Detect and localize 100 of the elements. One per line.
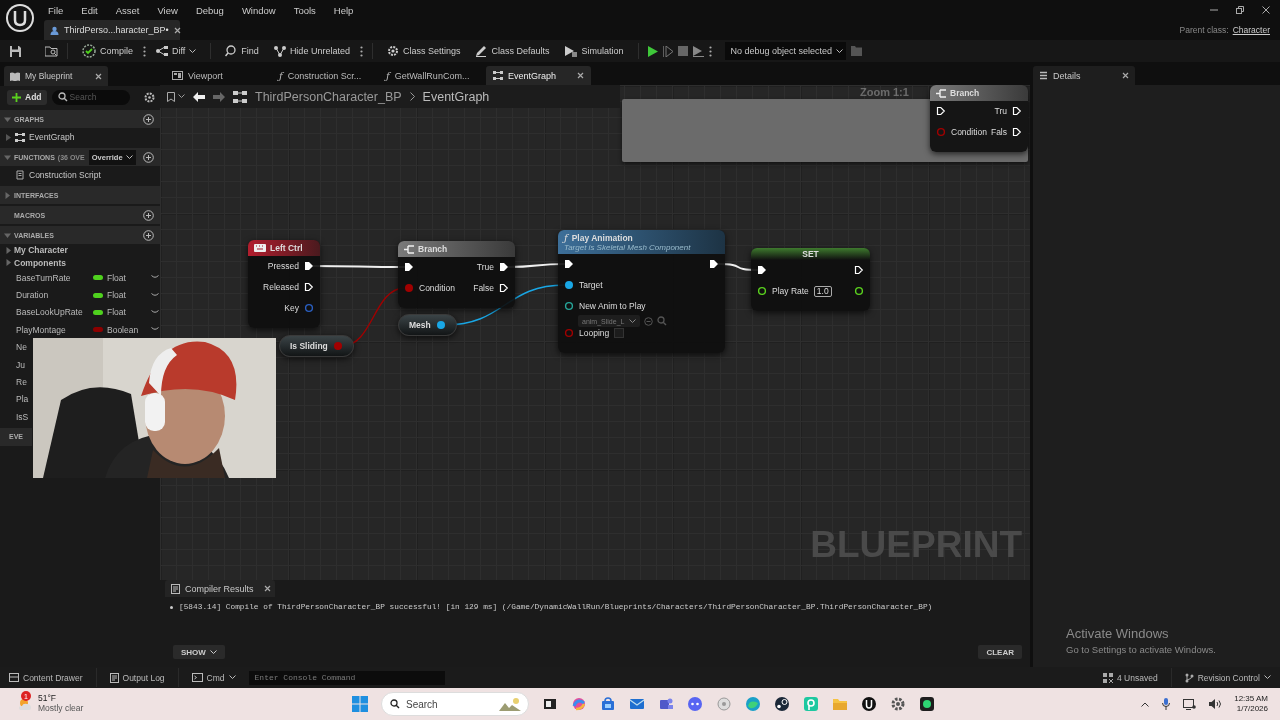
step-icon[interactable] <box>662 45 673 57</box>
add-icon[interactable] <box>143 209 154 221</box>
show-button[interactable]: SHOW <box>173 645 225 659</box>
browse-icon[interactable] <box>45 45 58 57</box>
toolbar-button[interactable]: Class Settings <box>381 41 466 61</box>
exec-pin-icon[interactable] <box>709 259 719 269</box>
minimize-icon[interactable] <box>1210 6 1218 14</box>
chat-bubble-icon[interactable] <box>687 696 703 712</box>
close-icon[interactable] <box>1262 6 1270 14</box>
menu-item[interactable]: Window <box>233 4 286 16</box>
microphone-icon[interactable] <box>1162 698 1171 710</box>
exec-pin-icon[interactable] <box>854 265 864 275</box>
swirl-icon[interactable] <box>571 696 587 712</box>
chevron-icon[interactable] <box>151 292 159 298</box>
variable-name[interactable]: BaseLookUpRate <box>16 307 83 318</box>
panel-tab[interactable]: My Blueprint <box>4 66 108 86</box>
close-icon[interactable] <box>173 26 181 34</box>
back-icon[interactable] <box>193 91 205 102</box>
store-bag-icon[interactable] <box>600 696 616 712</box>
console-field[interactable]: Enter Console Command <box>248 670 445 685</box>
menu-item[interactable]: Help <box>325 4 364 16</box>
speaker-icon[interactable] <box>1209 699 1222 709</box>
set-node[interactable]: SET Play Rate 1.0 <box>751 248 870 311</box>
variable-name[interactable]: Re <box>16 377 27 388</box>
menu-item[interactable]: Debug <box>187 4 234 16</box>
restore-icon[interactable] <box>1236 6 1244 14</box>
branch-node[interactable]: Branch True Condition False <box>398 241 515 308</box>
breadcrumb-link[interactable]: ThirdPersonCharacter_BP <box>255 89 402 104</box>
toolbar-button[interactable]: Class Defaults <box>470 41 555 61</box>
exec-pin-icon[interactable] <box>499 262 509 272</box>
display-icon[interactable] <box>1183 698 1197 710</box>
add-button[interactable]: Add <box>7 89 47 105</box>
exec-pin-icon[interactable] <box>304 282 314 292</box>
panel-tab[interactable]: Compiler Results <box>165 580 275 597</box>
document-tab[interactable]: ThirdPerso...haracter_BP• <box>44 20 180 40</box>
toolbar-button[interactable]: Compile <box>77 41 138 61</box>
value-field[interactable]: 1.0 <box>813 285 832 297</box>
chevron-up-icon[interactable] <box>1141 701 1150 707</box>
parent-class-link[interactable]: Character <box>1232 25 1270 35</box>
exec-pin-icon[interactable] <box>936 106 946 116</box>
expand-arrow-icon[interactable] <box>4 231 11 239</box>
close-icon[interactable] <box>95 72 102 80</box>
eject-icon[interactable] <box>692 45 704 57</box>
add-icon[interactable] <box>143 151 154 163</box>
start-icon[interactable] <box>352 696 368 712</box>
gear-icon[interactable] <box>890 696 906 712</box>
variable-type[interactable]: Boolean <box>107 324 151 335</box>
exec-pin-icon[interactable] <box>499 283 509 293</box>
event-node[interactable]: Left Ctrl Pressed Released Key <box>248 240 320 328</box>
exec-pin-icon[interactable] <box>1012 127 1022 137</box>
settings-icon[interactable] <box>144 91 155 103</box>
variable-name[interactable]: PlayMontage <box>16 324 66 335</box>
variable-name[interactable]: BaseTurnRate <box>16 272 71 283</box>
variable-type[interactable]: Float <box>107 272 151 283</box>
close-icon[interactable] <box>263 585 271 592</box>
exec-pin-icon[interactable] <box>564 259 574 269</box>
variable-name[interactable]: Duration <box>16 290 49 301</box>
close-icon[interactable] <box>577 72 584 79</box>
add-icon[interactable] <box>143 113 154 125</box>
kebab-icon[interactable] <box>359 45 363 57</box>
clear-button[interactable]: CLEAR <box>978 645 1022 659</box>
expand-arrow-icon[interactable] <box>4 153 11 161</box>
close-icon[interactable] <box>1122 72 1129 79</box>
expand-arrow-icon[interactable] <box>4 115 11 123</box>
add-icon[interactable] <box>143 229 154 241</box>
variable-name[interactable]: Ne <box>16 342 27 353</box>
category-item[interactable]: Components <box>0 256 160 269</box>
menu-item[interactable]: Tools <box>285 4 326 16</box>
getter-node[interactable]: Mesh <box>398 314 457 336</box>
clock-time[interactable]: 12:35 AM <box>1234 694 1268 704</box>
clock-date[interactable]: 1/7/2026 <box>1236 704 1268 714</box>
variable-name[interactable]: IsS <box>16 411 29 422</box>
stop-icon[interactable] <box>677 46 688 56</box>
toolbar-button[interactable]: Simulation <box>559 41 629 61</box>
wheel-icon[interactable] <box>774 696 790 712</box>
taskbar-search-field[interactable]: Search <box>381 692 529 716</box>
use-asset-icon[interactable] <box>644 316 654 326</box>
expand-arrow-icon[interactable] <box>4 191 11 199</box>
variable-type[interactable]: Float <box>107 290 151 301</box>
menu-item[interactable]: File <box>40 4 74 16</box>
toolbar-button[interactable]: Hide Unrelated <box>268 41 355 61</box>
variable-type[interactable]: Float <box>107 307 151 318</box>
save-icon[interactable] <box>10 45 21 57</box>
exec-pin-icon[interactable] <box>304 261 314 271</box>
kebab-icon[interactable] <box>143 45 146 57</box>
unsaved-button[interactable]: 4 Unsaved <box>1100 668 1161 687</box>
toolbar-button[interactable]: Find <box>220 41 264 61</box>
output-log-button[interactable]: Output Log <box>106 668 168 687</box>
bubble-icon[interactable] <box>919 696 935 712</box>
chevron-icon[interactable] <box>151 275 159 281</box>
search-field[interactable]: Search <box>51 89 130 105</box>
editor-tab[interactable]: ƒ Construction Scr... <box>272 66 377 85</box>
category-item[interactable]: My Character <box>0 244 160 257</box>
getter-node[interactable]: Is Sliding <box>279 335 354 357</box>
revision-control-button[interactable]: Revision Control <box>1181 668 1274 687</box>
window-icon[interactable] <box>542 696 558 712</box>
exec-pin-icon[interactable] <box>1012 106 1022 116</box>
editor-tab[interactable]: ƒ GetWallRunCom... <box>379 66 484 85</box>
sidebar-item[interactable]: Construction Script <box>0 166 160 184</box>
exec-pin-icon[interactable] <box>404 262 414 272</box>
